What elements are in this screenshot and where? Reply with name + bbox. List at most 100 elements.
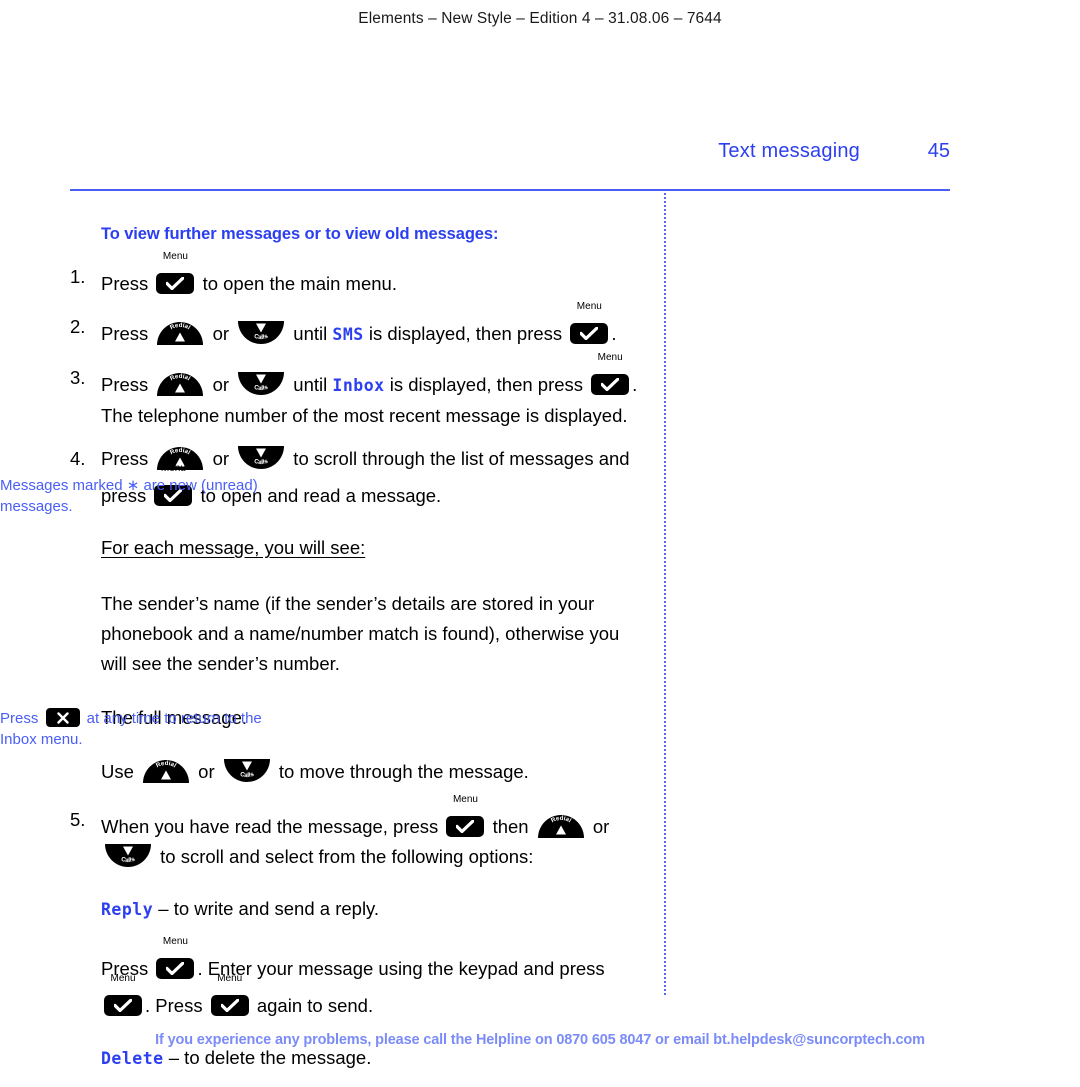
redial-up-key-icon[interactable]: Redial: [157, 372, 204, 396]
calls-down-key-icon[interactable]: Calls: [223, 759, 270, 783]
step-text-fragment: to open the main menu.: [197, 273, 397, 294]
lcd-label-inbox: Inbox: [332, 376, 385, 395]
step-3: 3. Press Redial or Calls until Inbox is …: [70, 353, 650, 431]
menu-key-caption: Menu: [162, 251, 188, 262]
menu-key-caption: Menu: [576, 301, 602, 312]
svg-text:Redial: Redial: [550, 815, 573, 825]
svg-text:Calls: Calls: [253, 458, 269, 467]
move-through-paragraph: Use Redial or Calls to move through the …: [101, 757, 650, 787]
menu-key-caption: Menu: [162, 936, 188, 947]
lcd-label-reply: Reply: [101, 900, 154, 919]
step-text-fragment: until: [288, 323, 333, 344]
step-number: 1.: [70, 266, 86, 287]
chapter-title: Text messaging: [718, 140, 860, 162]
redial-up-key-icon[interactable]: Redial: [537, 814, 584, 838]
calls-down-key-icon[interactable]: Calls: [238, 321, 285, 345]
svg-text:Calls: Calls: [239, 771, 255, 780]
footer-helpline: If you experience any problems, please c…: [155, 1032, 925, 1048]
menu-key-pad: [570, 323, 609, 344]
svg-text:Calls: Calls: [253, 333, 269, 342]
step-text: When you have read the message, press Me…: [101, 795, 650, 872]
menu-key-pad: [446, 816, 485, 837]
step-number: 3.: [70, 367, 86, 388]
for-each-message-label: For each message, you will see:: [101, 533, 650, 563]
lcd-label-delete: Delete: [101, 1049, 164, 1068]
step-text-fragment: When you have read the message, press: [101, 816, 444, 837]
reply-instructions: Press Menu. Enter your message using the…: [101, 937, 650, 1021]
menu-key-pad: [104, 995, 142, 1016]
calls-down-key-icon[interactable]: Calls: [238, 446, 285, 470]
step-5: 5. When you have read the message, press…: [70, 795, 650, 872]
step-number: 2.: [70, 316, 86, 337]
step-text-fragment: is displayed, then press: [384, 374, 589, 395]
reply-option: Reply – to write and send a reply.: [101, 894, 650, 925]
column-divider: [664, 193, 666, 995]
menu-key-pad: [591, 374, 630, 395]
menu-key-caption: Menu: [217, 973, 243, 984]
svg-text:Redial: Redial: [169, 373, 192, 383]
step-1: 1. Press Menu to open the main menu.: [70, 252, 650, 299]
step-text-fragment: Press: [101, 323, 154, 344]
side-note-return-prefix: Press: [0, 710, 43, 727]
lcd-label-sms: SMS: [332, 325, 364, 344]
step-text: Press Redial or Calls until SMS is displ…: [101, 302, 650, 350]
redial-up-key-icon[interactable]: Redial: [143, 759, 190, 783]
section-heading: To view further messages or to view old …: [101, 225, 499, 243]
main-content-column: To view further messages or to view old …: [70, 225, 650, 1087]
menu-key-caption: Menu: [160, 463, 186, 474]
step-text: Press Redial or Calls until Inbox is dis…: [101, 353, 650, 431]
menu-key-caption: Menu: [452, 794, 478, 805]
menu-key-icon[interactable]: Menu: [446, 795, 485, 837]
header-rule: [70, 189, 950, 191]
menu-key-icon[interactable]: Menu: [591, 353, 630, 395]
running-head: Elements – New Style – Edition 4 – 31.08…: [358, 10, 722, 27]
step-text-fragment: to scroll and select from the following …: [155, 846, 534, 867]
step-number: 5.: [70, 809, 86, 830]
svg-text:Redial: Redial: [169, 447, 192, 457]
step-text-fragment: or: [207, 374, 235, 395]
step-text-fragment: or: [587, 816, 610, 837]
step-2: 2. Press Redial or Calls until SMS is di…: [70, 302, 650, 350]
side-note-unread: Messages marked ∗ are new (unread) messa…: [0, 475, 270, 517]
step-text: Press Menu to open the main menu.: [101, 252, 650, 299]
step-text-fragment: .: [611, 323, 617, 344]
move-through-prefix: Use: [101, 761, 140, 782]
svg-text:Calls: Calls: [120, 856, 136, 865]
reply-instructions-fragment: . Press: [145, 995, 208, 1016]
step-text-fragment: Press: [101, 374, 154, 395]
move-through-suffix: to move through the message.: [273, 761, 529, 782]
step-number: 4.: [70, 448, 86, 469]
menu-key-icon[interactable]: Menu: [156, 937, 195, 979]
cancel-key-pad: [45, 708, 80, 727]
calls-down-key-icon[interactable]: Calls: [105, 844, 151, 868]
side-note-unread-prefix: Messages marked: [0, 477, 127, 494]
menu-key-pad: [156, 958, 195, 979]
step-text-fragment: Press: [101, 273, 154, 294]
svg-text:Redial: Redial: [155, 760, 178, 770]
menu-key-icon[interactable]: Menu: [156, 252, 195, 294]
asterisk-icon: ∗: [126, 477, 140, 494]
menu-key-icon[interactable]: Menu: [210, 974, 249, 1016]
svg-text:Redial: Redial: [169, 322, 192, 332]
move-through-middle: or: [193, 761, 220, 782]
reply-instructions-fragment: . Enter your message using the keypad an…: [197, 958, 605, 979]
step-text-fragment: or: [207, 448, 235, 469]
menu-key-icon[interactable]: Menu: [570, 302, 609, 344]
redial-up-key-icon[interactable]: Redial: [157, 321, 204, 345]
menu-key-caption: Menu: [110, 973, 136, 984]
step-text-fragment: or: [207, 323, 235, 344]
page-header: Text messaging 45: [70, 140, 950, 163]
step-text-fragment: then: [487, 816, 534, 837]
reply-instructions-fragment: again to send.: [251, 995, 374, 1016]
calls-down-key-icon[interactable]: Calls: [238, 372, 285, 396]
cancel-key-icon[interactable]: [45, 708, 80, 727]
step-text-fragment: is displayed, then press: [363, 323, 568, 344]
step-text-fragment: until: [288, 374, 333, 395]
menu-key-pad: [156, 273, 195, 294]
delete-option-description: – to delete the message.: [163, 1047, 372, 1068]
page-number: 45: [927, 140, 950, 162]
step-text-fragment: Press: [101, 448, 154, 469]
reply-option-description: – to write and send a reply.: [153, 898, 380, 919]
sender-name-paragraph: The sender’s name (if the sender’s detai…: [101, 593, 620, 674]
menu-key-icon[interactable]: Menu: [104, 974, 142, 1016]
